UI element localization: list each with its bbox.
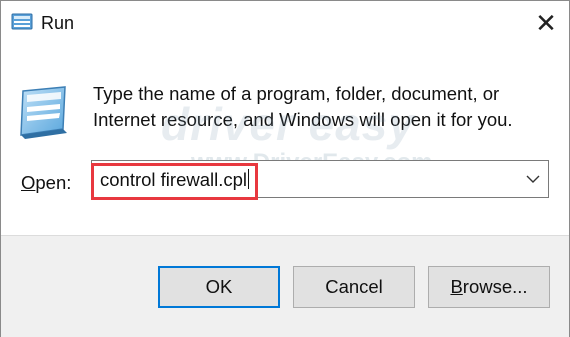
- cancel-button[interactable]: Cancel: [293, 266, 415, 308]
- description-text: Type the name of a program, folder, docu…: [93, 83, 513, 130]
- ok-button[interactable]: OK: [158, 266, 280, 308]
- close-icon: ✕: [535, 7, 557, 38]
- button-bar: OK Cancel Browse...: [1, 235, 569, 337]
- run-program-icon: [20, 86, 67, 139]
- browse-rest: rowse...: [462, 276, 528, 297]
- cancel-button-label: Cancel: [325, 276, 383, 297]
- browse-button-label: Browse...: [450, 276, 527, 298]
- ok-button-label: OK: [205, 276, 233, 297]
- open-input-value: control firewall.cpl: [100, 169, 248, 190]
- close-button[interactable]: ✕: [523, 1, 569, 45]
- open-label-mnemonic: O: [21, 172, 36, 193]
- open-input[interactable]: control firewall.cpl: [100, 169, 250, 191]
- chevron-down-icon[interactable]: [522, 169, 544, 189]
- open-label-rest: pen:: [35, 172, 72, 193]
- run-app-icon: [11, 13, 33, 30]
- run-dialog: Run ✕ Type the name of a program, folder…: [0, 0, 570, 337]
- dialog-content: Type the name of a program, folder, docu…: [1, 45, 569, 235]
- browse-mnemonic: B: [450, 276, 463, 297]
- browse-button[interactable]: Browse...: [428, 266, 550, 308]
- text-caret: [248, 169, 250, 189]
- open-combobox[interactable]: control firewall.cpl: [91, 160, 549, 198]
- window-title: Run: [41, 13, 75, 33]
- title-bar[interactable]: Run ✕: [1, 1, 569, 45]
- open-label: Open:: [21, 172, 71, 194]
